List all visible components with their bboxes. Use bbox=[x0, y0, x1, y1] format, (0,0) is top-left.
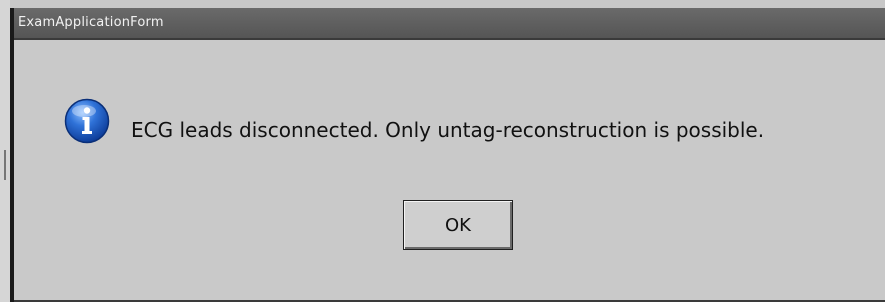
info-icon bbox=[64, 98, 110, 144]
message-dialog: ExamApplicationForm ECG leads disconnect… bbox=[10, 8, 885, 302]
dialog-body: ECG leads disconnected. Only untag-recon… bbox=[14, 40, 885, 302]
dialog-title: ExamApplicationForm bbox=[18, 15, 164, 30]
background-window-edge bbox=[0, 0, 10, 302]
dialog-message: ECG leads disconnected. Only untag-recon… bbox=[131, 118, 765, 142]
dialog-titlebar[interactable]: ExamApplicationForm bbox=[14, 8, 885, 40]
ok-button[interactable]: OK bbox=[403, 200, 513, 250]
window-edge-mark bbox=[4, 150, 6, 180]
